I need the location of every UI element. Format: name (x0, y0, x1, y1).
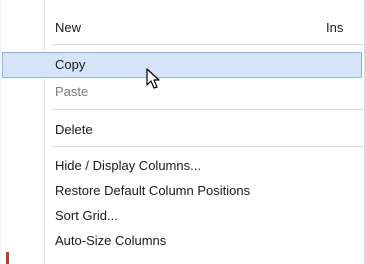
menu-left-edge (0, 0, 1, 264)
menu-item-label: Paste (55, 84, 89, 99)
menu-item-label: Delete (55, 122, 93, 137)
menu-item-copy[interactable]: Copy (2, 52, 362, 78)
menu-item-restore-default-column-positions[interactable]: Restore Default Column Positions (2, 178, 362, 204)
menu-separator (52, 44, 364, 45)
menu-item-auto-size-columns[interactable]: Auto-Size Columns (2, 228, 362, 254)
menu-item-delete[interactable]: Delete (2, 117, 362, 143)
arrow-cursor-icon (146, 68, 160, 89)
menu-item-new[interactable]: New Ins (2, 15, 362, 41)
menu-item-label: Copy (55, 57, 86, 72)
menu-item-shortcut: Ins (326, 20, 344, 35)
menu-item-label: Sort Grid... (55, 208, 118, 223)
context-menu: New Ins Copy Paste Delete Hide / Display… (0, 0, 366, 264)
menu-separator (52, 109, 364, 110)
menu-separator (52, 146, 364, 147)
menu-item-hide-display-columns[interactable]: Hide / Display Columns... (2, 153, 362, 179)
menu-item-label: Hide / Display Columns... (55, 158, 201, 173)
menu-item-label: New (55, 20, 82, 35)
menu-item-label: Auto-Size Columns (55, 233, 167, 248)
menu-item-paste: Paste (2, 79, 362, 105)
menu-item-label: Restore Default Column Positions (55, 183, 251, 198)
menu-item-sort-grid[interactable]: Sort Grid... (2, 203, 362, 229)
background-window-edge (6, 252, 9, 264)
